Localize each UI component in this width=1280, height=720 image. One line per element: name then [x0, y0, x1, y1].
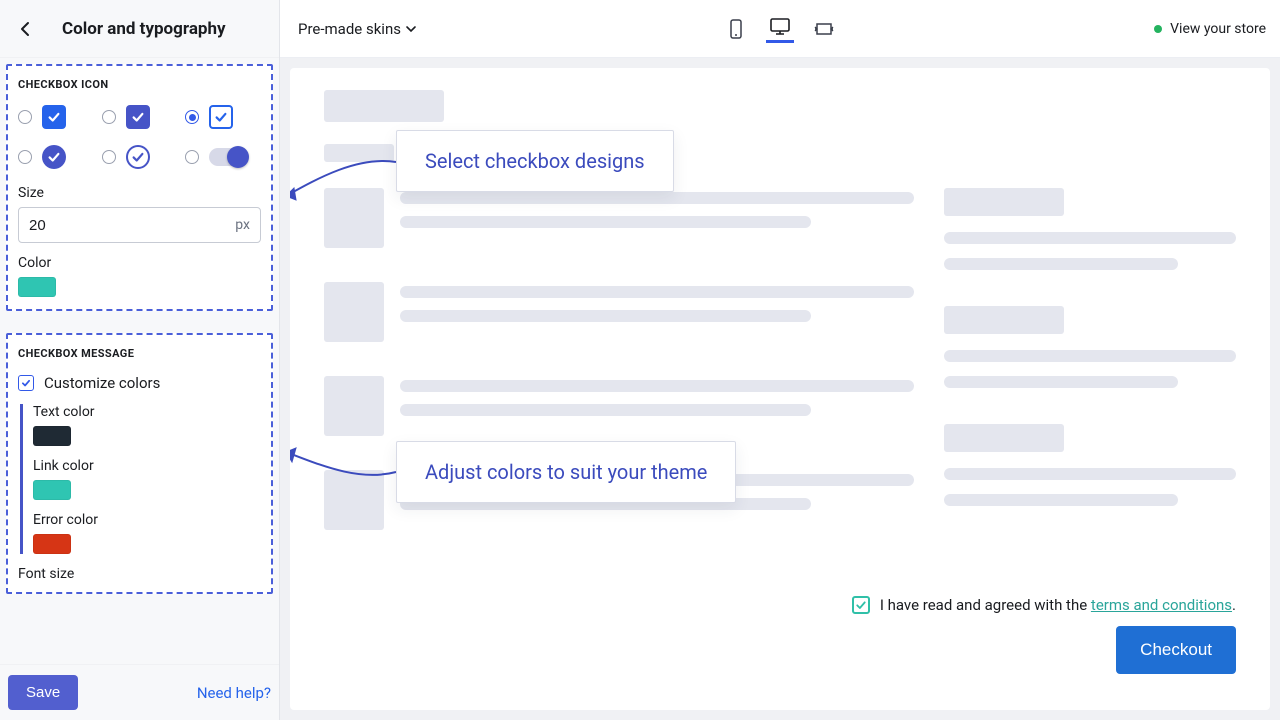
- arrow-icon: [290, 442, 408, 492]
- checkbox-preview-icon: [209, 105, 233, 129]
- checkbox-preview-icon: [126, 145, 150, 169]
- checkbox-icon-panel: CHECKBOX ICON: [6, 64, 273, 311]
- checkbox-preview-icon: [42, 105, 66, 129]
- arrow-icon: [290, 148, 408, 208]
- size-input[interactable]: [29, 217, 235, 234]
- chevron-left-icon: [18, 21, 34, 37]
- checkbox-message-panel: CHECKBOX MESSAGE Customize colors Text c…: [6, 333, 273, 594]
- checkmark-icon: [18, 375, 34, 391]
- text-color-label: Text color: [33, 404, 261, 420]
- checkbox-style-square-outline[interactable]: [185, 105, 261, 129]
- skeleton-line: [944, 494, 1178, 506]
- skeleton-line: [400, 192, 914, 204]
- callout-checkbox-designs: Select checkbox designs: [396, 130, 674, 192]
- skeleton-line: [944, 468, 1236, 480]
- device-mobile-button[interactable]: [722, 15, 750, 43]
- terms-prefix: I have read and agreed with the: [880, 596, 1091, 614]
- terms-text: I have read and agreed with the terms an…: [880, 596, 1236, 614]
- device-fullwidth-button[interactable]: [810, 15, 838, 43]
- terms-checkbox[interactable]: [852, 596, 870, 614]
- skeleton-line: [944, 232, 1236, 244]
- color-swatch[interactable]: [18, 277, 56, 297]
- back-button[interactable]: [12, 15, 40, 43]
- skeleton-line: [400, 380, 914, 392]
- skeleton-line: [400, 216, 811, 228]
- status-dot-icon: [1154, 25, 1162, 33]
- view-store-label: View your store: [1170, 21, 1266, 37]
- sidebar-body: CHECKBOX ICON: [0, 58, 279, 664]
- panel-title: CHECKBOX MESSAGE: [18, 347, 261, 360]
- checkbox-style-circle-filled[interactable]: [18, 145, 94, 169]
- color-settings-group: Text color Link color Error color: [20, 404, 261, 554]
- main: Pre-made skins View your store: [280, 0, 1280, 720]
- preview-canvas: Select checkbox designs Adjust colors to…: [280, 58, 1280, 720]
- checkbox-style-toggle[interactable]: [185, 148, 261, 166]
- radio-icon: [18, 110, 32, 124]
- help-link[interactable]: Need help?: [197, 684, 271, 702]
- error-color-label: Error color: [33, 512, 261, 528]
- skins-dropdown[interactable]: Pre-made skins: [298, 20, 417, 38]
- checkbox-style-square-rounded[interactable]: [102, 105, 178, 129]
- color-label: Color: [18, 255, 261, 271]
- size-unit: px: [235, 217, 250, 233]
- sidebar: Color and typography CHECKBOX ICON: [0, 0, 280, 720]
- skeleton-line: [400, 310, 811, 322]
- skeleton-thumb: [324, 376, 384, 436]
- skeleton-line: [944, 258, 1178, 270]
- radio-icon: [185, 150, 199, 164]
- radio-icon: [185, 110, 199, 124]
- terms-suffix: .: [1232, 596, 1236, 614]
- radio-icon: [18, 150, 32, 164]
- device-preview-group: [722, 15, 838, 43]
- skeleton-line: [400, 404, 811, 416]
- size-input-wrap[interactable]: px: [18, 207, 261, 243]
- checkbox-preview-icon: [42, 145, 66, 169]
- skeleton-thumb: [324, 282, 384, 342]
- radio-icon: [102, 110, 116, 124]
- mobile-icon: [728, 19, 744, 39]
- device-desktop-button[interactable]: [766, 15, 794, 43]
- checkbox-style-square-filled[interactable]: [18, 105, 94, 129]
- checkbox-preview-icon: [126, 105, 150, 129]
- desktop-icon: [769, 17, 791, 35]
- size-label: Size: [18, 185, 261, 201]
- customize-colors-checkbox[interactable]: Customize colors: [18, 374, 261, 392]
- sidebar-title: Color and typography: [62, 19, 226, 39]
- skeleton-block: [944, 306, 1064, 334]
- skeleton-block: [944, 188, 1064, 216]
- checkbox-icon-options: [18, 105, 261, 169]
- skeleton-line: [944, 376, 1178, 388]
- skeleton-line: [944, 350, 1236, 362]
- toggle-preview-icon: [209, 148, 247, 166]
- preview-inner: Select checkbox designs Adjust colors to…: [290, 68, 1270, 710]
- skeleton-block: [324, 90, 444, 122]
- save-button[interactable]: Save: [8, 675, 78, 710]
- customize-colors-label: Customize colors: [44, 374, 160, 392]
- expand-icon: [814, 21, 834, 37]
- radio-icon: [102, 150, 116, 164]
- panel-title: CHECKBOX ICON: [18, 78, 261, 91]
- error-color-swatch[interactable]: [33, 534, 71, 554]
- terms-link[interactable]: terms and conditions: [1091, 596, 1232, 614]
- callout-adjust-colors: Adjust colors to suit your theme: [396, 441, 736, 503]
- terms-row: I have read and agreed with the terms an…: [852, 596, 1236, 614]
- chevron-down-icon: [405, 23, 417, 35]
- link-color-label: Link color: [33, 458, 261, 474]
- font-size-label: Font size: [18, 566, 261, 582]
- checkbox-style-circle-outline[interactable]: [102, 145, 178, 169]
- link-color-swatch[interactable]: [33, 480, 71, 500]
- skins-label: Pre-made skins: [298, 20, 401, 38]
- text-color-swatch[interactable]: [33, 426, 71, 446]
- skeleton-block: [944, 424, 1064, 452]
- skeleton-line: [400, 286, 914, 298]
- checkout-button[interactable]: Checkout: [1116, 626, 1236, 674]
- sidebar-footer: Save Need help?: [0, 664, 279, 720]
- skeleton-content: [324, 188, 1236, 564]
- topbar: Pre-made skins View your store: [280, 0, 1280, 58]
- sidebar-header: Color and typography: [0, 0, 279, 58]
- view-store-link[interactable]: View your store: [1154, 21, 1266, 37]
